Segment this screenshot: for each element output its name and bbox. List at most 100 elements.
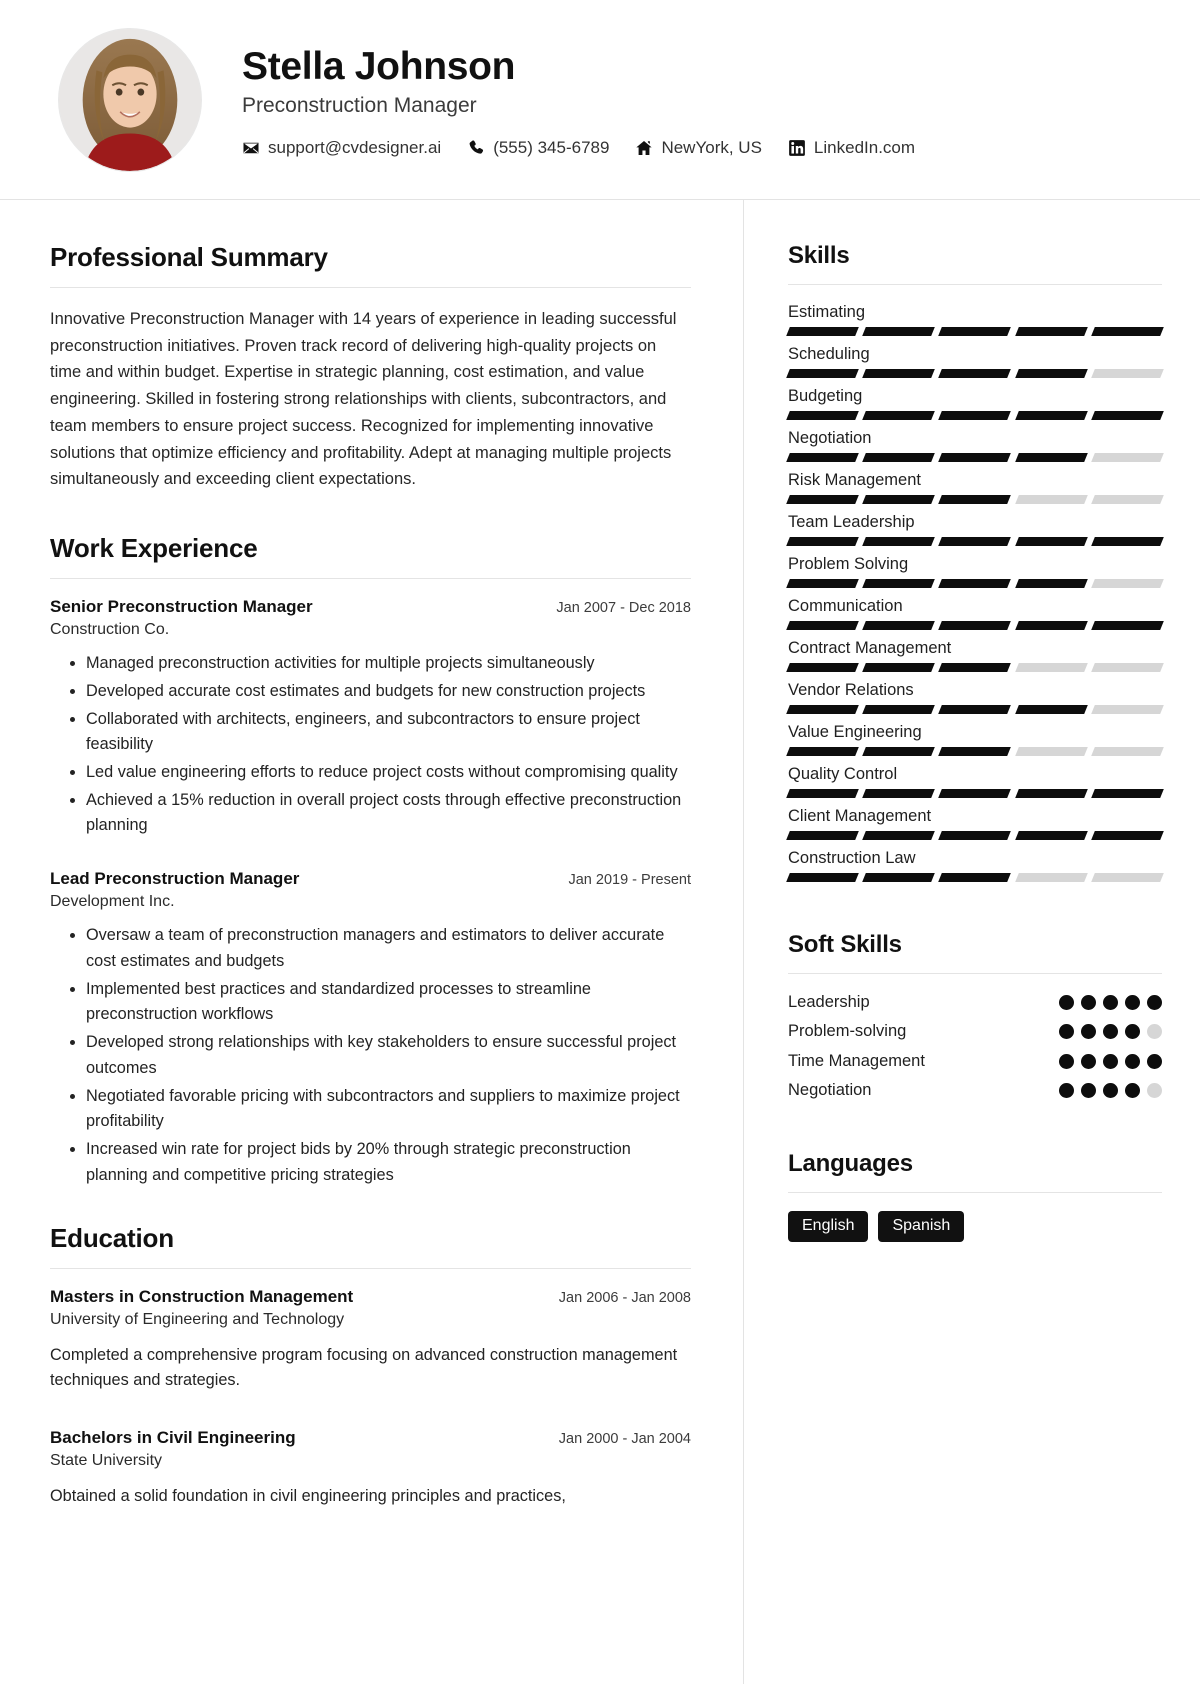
list-item: Developed accurate cost estimates and bu… (86, 679, 691, 705)
rating-dot (1103, 995, 1118, 1010)
rating-dot (1125, 995, 1140, 1010)
skill-level-bar (786, 327, 1164, 336)
rating-dot (1147, 1083, 1162, 1099)
experience-bullets: Oversaw a team of preconstruction manage… (50, 923, 691, 1188)
skill-segment (1014, 789, 1088, 798)
soft-skills-divider (788, 973, 1162, 974)
skill-segment (938, 327, 1012, 336)
experience-bullets: Managed preconstruction activities for m… (50, 651, 691, 839)
skill-segment (862, 705, 936, 714)
home-icon (636, 141, 653, 156)
skill-segment (1014, 537, 1088, 546)
education-entry: Bachelors in Civil Engineering Jan 2000 … (50, 1428, 691, 1510)
avatar (58, 27, 202, 172)
skill-segment (938, 453, 1012, 462)
job-title: Preconstruction Manager (242, 94, 477, 118)
skill-label: Value Engineering (788, 723, 922, 741)
skill-level-bar (786, 873, 1164, 882)
skill-segment (786, 621, 860, 630)
summary-text: Innovative Preconstruction Manager with … (50, 310, 677, 489)
contact-phone-text: (555) 345-6789 (493, 138, 610, 158)
list-item: Negotiated favorable pricing with subcon… (86, 1084, 691, 1135)
skill-label: Estimating (788, 303, 866, 321)
skill-segment (938, 621, 1012, 630)
skill-label: Vendor Relations (788, 681, 914, 699)
skill-segment (1090, 327, 1164, 336)
contact-phone[interactable]: (555) 345-6789 (467, 138, 609, 158)
experience-company: Development Inc. (50, 893, 175, 911)
skill-segment (938, 705, 1012, 714)
skill-segment (1090, 621, 1164, 630)
skill-segment (938, 873, 1012, 882)
soft-skill-label: Leadership (788, 993, 870, 1011)
skill-segment (786, 579, 860, 588)
experience-entry-header: Lead Preconstruction Manager Jan 2019 - … (50, 869, 691, 889)
skill-segment (786, 537, 860, 546)
soft-skill-row: Problem-solving (788, 1021, 1162, 1042)
skill-row: Problem Solving (786, 555, 1164, 588)
education-title: Bachelors in Civil Engineering (50, 1427, 296, 1447)
skill-segment (862, 453, 936, 462)
list-item: Achieved a 15% reduction in overall proj… (86, 788, 691, 839)
rating-dot (1147, 1024, 1162, 1040)
contact-row: support@cvdesigner.ai (555) 345-6789 New… (242, 138, 915, 158)
skill-label: Client Management (788, 807, 932, 825)
skill-label: Scheduling (788, 345, 870, 363)
skill-row: Vendor Relations (786, 681, 1164, 714)
languages-heading: Languages (788, 1149, 913, 1177)
skill-level-bar (786, 663, 1164, 672)
skill-segment (786, 453, 860, 462)
contact-email[interactable]: support@cvdesigner.ai (242, 138, 441, 158)
education-title: Masters in Construction Management (50, 1286, 354, 1306)
contact-location[interactable]: NewYork, US (635, 138, 762, 158)
skill-segment (1014, 327, 1088, 336)
skill-level-bar (786, 537, 1164, 546)
skill-row: Scheduling (786, 345, 1164, 378)
skill-segment (786, 705, 860, 714)
skill-segment (862, 327, 936, 336)
skill-segment (862, 537, 936, 546)
skill-level-bar (786, 453, 1164, 462)
skill-segment (862, 621, 936, 630)
skill-level-bar (786, 369, 1164, 378)
experience-heading: Work Experience (50, 533, 258, 564)
soft-skill-row: Negotiation (788, 1080, 1162, 1101)
contact-location-text: NewYork, US (661, 138, 762, 158)
skill-segment (1014, 495, 1088, 504)
skill-segment (938, 831, 1012, 840)
skill-segment (862, 495, 936, 504)
education-date: Jan 2000 - Jan 2004 (558, 1430, 691, 1447)
skills-heading: Skills (788, 242, 850, 269)
skill-label: Contract Management (788, 639, 952, 657)
skill-level-bar (786, 789, 1164, 798)
experience-entry: Lead Preconstruction Manager Jan 2019 - … (50, 869, 691, 1188)
education-school: University of Engineering and Technology (50, 1310, 345, 1328)
experience-title: Senior Preconstruction Manager (50, 597, 313, 617)
skill-segment (1014, 579, 1088, 588)
experience-entry-header: Senior Preconstruction Manager Jan 2007 … (50, 597, 691, 617)
skill-segment (1090, 453, 1164, 462)
section-skills: Skills Estimating Scheduling Budgeting Nego… (786, 242, 1164, 882)
education-entry-header: Bachelors in Civil Engineering Jan 2000 … (50, 1428, 691, 1448)
experience-entry: Senior Preconstruction Manager Jan 2007 … (50, 597, 691, 839)
skill-segment (938, 537, 1012, 546)
languages-divider (788, 1191, 1162, 1193)
skill-row: Construction Law (786, 849, 1164, 882)
skill-segment (1090, 873, 1164, 882)
list-item: Managed preconstruction activities for m… (86, 651, 691, 677)
language-chip: English (788, 1210, 869, 1242)
soft-skill-row: Leadership (788, 992, 1162, 1013)
skill-segment (786, 327, 860, 336)
skill-segment (1090, 495, 1164, 504)
contact-linkedin[interactable]: LinkedIn.com (788, 138, 915, 158)
skill-level-bar (786, 495, 1164, 504)
education-date: Jan 2006 - Jan 2008 (558, 1289, 691, 1306)
skill-label: Budgeting (788, 387, 863, 405)
soft-skill-rating (1059, 1021, 1162, 1040)
skill-row: Risk Management (786, 471, 1164, 504)
rating-dot (1147, 995, 1162, 1010)
